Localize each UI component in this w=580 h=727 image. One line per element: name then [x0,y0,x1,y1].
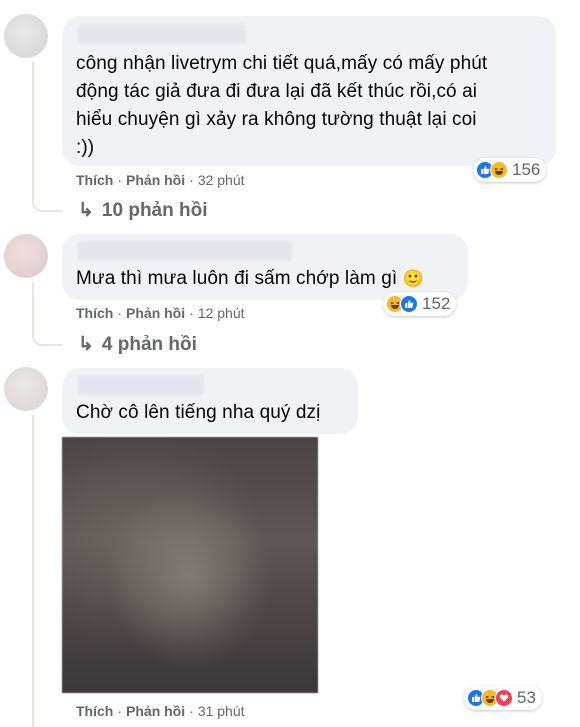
comment-text: công nhận livetrym chi tiết quá,mấy có m… [76,53,488,158]
comment-time[interactable]: 31 phút [198,703,245,719]
reaction-summary[interactable]: 156 [473,158,547,182]
reaction-summary[interactable]: 53 [464,686,542,710]
commenter-name[interactable] [78,24,246,44]
comment-image[interactable] [62,437,318,693]
commenter-avatar[interactable] [4,367,48,411]
reply-link[interactable]: Phản hồi [126,172,185,188]
thread-connector [32,190,62,212]
commenter-name[interactable] [78,375,204,395]
comment-time[interactable]: 12 phút [198,305,245,321]
smile-emoji-icon: 🙂 [402,269,424,288]
like-link[interactable]: Thích [76,305,113,321]
replies-label: 4 phản hồi [101,334,197,355]
thread-line [32,282,34,326]
comment-actions: Thích · Phản hồi · 31 phút [76,703,245,719]
comment-bubble: Chờ cô lên tiếng nha quý dzị [62,368,358,434]
reply-arrow-icon: ↳ [78,334,94,355]
reaction-count: 53 [517,688,536,707]
commenter-avatar[interactable] [4,14,48,58]
reply-arrow-icon: ↳ [78,200,94,221]
replies-label: 10 phản hồi [101,200,208,221]
like-link[interactable]: Thích [76,703,113,719]
view-replies-link[interactable]: ↳ 10 phản hồi [78,199,208,222]
comment-bubble: công nhận livetrym chi tiết quá,mấy có m… [62,16,556,166]
thread-connector [32,324,62,346]
view-replies-link[interactable]: ↳ 4 phản hồi [78,333,197,356]
reaction-count: 156 [512,160,541,179]
reaction-count: 152 [422,294,451,313]
comment-text: Chờ cô lên tiếng nha quý dzị [76,402,321,423]
commenter-name[interactable] [78,241,292,261]
commenter-avatar[interactable] [4,234,48,278]
comment-actions: Thích · Phản hồi · 32 phút [76,172,245,188]
reaction-summary[interactable]: 152 [383,292,457,316]
thread-line [32,62,34,192]
love-reaction-icon [495,689,513,707]
reply-link[interactable]: Phản hồi [126,703,185,719]
comment-actions: Thích · Phản hồi · 12 phút [76,305,245,321]
comment-text: Mưa thì mưa luôn đi sấm chớp làm gì 🙂 [76,268,424,289]
comment-time[interactable]: 32 phút [198,172,245,188]
thread-line [32,415,34,727]
reply-link[interactable]: Phản hồi [126,305,185,321]
haha-reaction-icon [490,161,508,179]
comment-bubble: Mưa thì mưa luôn đi sấm chớp làm gì 🙂 [62,234,468,300]
like-reaction-icon [400,295,418,313]
like-link[interactable]: Thích [76,172,113,188]
